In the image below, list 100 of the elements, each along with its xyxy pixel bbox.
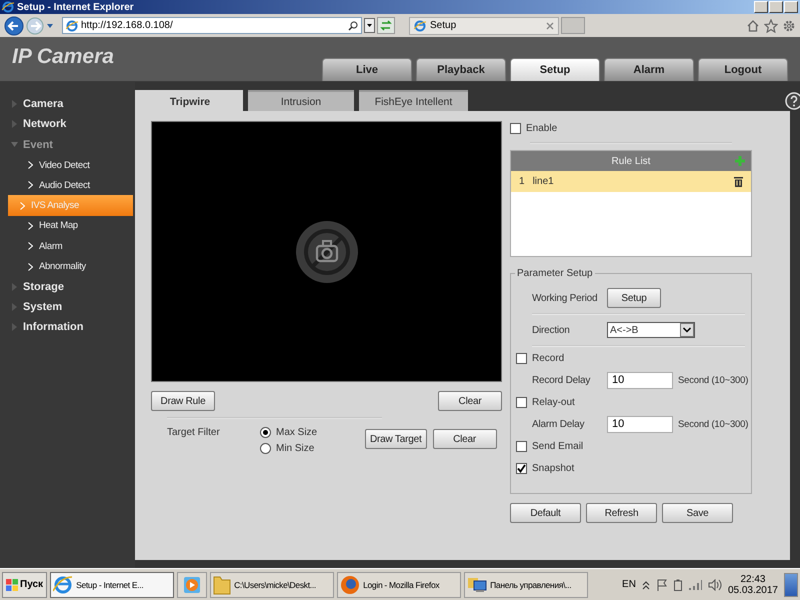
checkbox[interactable] bbox=[510, 123, 521, 134]
folder-icon bbox=[213, 574, 232, 594]
windows-logo-icon bbox=[6, 578, 18, 590]
language-indicator[interactable]: EN bbox=[622, 579, 636, 590]
checkbox-label: Snapshot bbox=[532, 462, 574, 474]
chevron-icon bbox=[28, 161, 33, 170]
trash-icon[interactable] bbox=[734, 176, 743, 186]
taskbar-item[interactable]: C:\Users\micke\Deskt... bbox=[210, 572, 334, 598]
dropdown-icon[interactable] bbox=[364, 18, 375, 33]
checkbox-label: Relay-out bbox=[532, 396, 575, 408]
field-label: Record Delay bbox=[531, 374, 592, 386]
clear-button[interactable]: Clear bbox=[438, 391, 502, 411]
nav-tab[interactable]: Live bbox=[322, 58, 412, 81]
collapsed-triangle-icon bbox=[11, 282, 18, 291]
checkbox[interactable] bbox=[516, 352, 527, 364]
radio-button[interactable] bbox=[260, 427, 271, 438]
rule-list-title: Rule List bbox=[610, 156, 652, 166]
sidebar-category[interactable]: Event bbox=[0, 134, 135, 155]
clear-button[interactable]: Clear bbox=[432, 429, 497, 449]
clock[interactable]: 22:43 05.03.2017 bbox=[728, 574, 778, 596]
setup-button[interactable]: Setup bbox=[607, 288, 661, 308]
taskbar-item[interactable]: Панель управления\... bbox=[464, 572, 588, 598]
browser-icon bbox=[53, 574, 74, 594]
taskbar-item[interactable]: Setup - Internet E... bbox=[50, 572, 174, 598]
back-button[interactable] bbox=[4, 16, 24, 36]
sidebar-item[interactable]: Video Detect bbox=[8, 154, 133, 176]
sidebar-item[interactable]: Audio Detect bbox=[8, 175, 133, 196]
sidebar-item[interactable]: Heat Map bbox=[8, 216, 133, 236]
settings-icon[interactable] bbox=[782, 18, 796, 32]
field-label: Direction bbox=[531, 324, 571, 336]
chevron-icon bbox=[20, 202, 25, 210]
draw-target-button[interactable]: Draw Target bbox=[365, 429, 427, 449]
chevron-up-icon[interactable] bbox=[642, 580, 650, 590]
field-label: Alarm Delay bbox=[531, 418, 586, 430]
sidebar-category[interactable]: System bbox=[0, 296, 135, 318]
play-icon bbox=[183, 576, 202, 594]
nav-tab[interactable]: Playback bbox=[416, 58, 506, 81]
enable-label: Enable bbox=[526, 123, 558, 134]
battery-icon[interactable] bbox=[674, 578, 682, 590]
sidebar-item[interactable]: Abnormality bbox=[8, 256, 133, 277]
footer-button[interactable]: Default bbox=[510, 503, 581, 523]
chevron-icon bbox=[28, 262, 33, 271]
sidebar-category[interactable]: Storage bbox=[0, 276, 135, 297]
nav-tab[interactable]: Alarm bbox=[604, 58, 694, 81]
minimize-button[interactable] bbox=[754, 1, 768, 13]
radio-button[interactable] bbox=[260, 443, 271, 454]
unit-label: Second (10~300) bbox=[678, 418, 748, 430]
site-icon bbox=[414, 20, 426, 32]
search-icon[interactable] bbox=[348, 20, 358, 30]
star-icon[interactable] bbox=[764, 18, 778, 32]
browser-tab[interactable]: Setup bbox=[409, 16, 559, 34]
option-label: Max Size bbox=[276, 427, 318, 438]
target-filter-label: Target Filter bbox=[167, 427, 221, 440]
tab[interactable]: FishEye Intellent bbox=[359, 90, 468, 111]
checkbox[interactable] bbox=[516, 440, 527, 452]
sidebar-category[interactable]: Network bbox=[0, 114, 135, 135]
checkbox[interactable] bbox=[516, 396, 527, 408]
window-title: Setup - Internet Explorer bbox=[17, 2, 134, 12]
chevron-icon bbox=[28, 222, 33, 230]
taskbar-item[interactable]: Login - Mozilla Firefox bbox=[337, 572, 462, 598]
signal-icon[interactable] bbox=[688, 578, 702, 590]
draw-rule-button[interactable]: Draw Rule bbox=[151, 391, 215, 411]
help-icon[interactable] bbox=[785, 92, 800, 110]
volume-icon[interactable] bbox=[708, 578, 722, 590]
close-button[interactable] bbox=[784, 1, 798, 13]
flag-icon[interactable] bbox=[656, 578, 668, 590]
collapsed-triangle-icon bbox=[11, 323, 18, 332]
footer-button[interactable]: Save bbox=[662, 503, 733, 523]
checkbox[interactable] bbox=[516, 462, 527, 474]
browser-logo-icon bbox=[2, 1, 14, 13]
tab[interactable]: Tripwire bbox=[137, 90, 243, 111]
sidebar-category[interactable]: Information bbox=[0, 317, 135, 338]
footer-button[interactable]: Refresh bbox=[586, 503, 657, 523]
show-desktop-button[interactable] bbox=[784, 572, 798, 596]
app-logo: IP Camera bbox=[12, 45, 114, 69]
rule-row[interactable]: 1 line1 bbox=[511, 171, 751, 192]
start-button[interactable]: Пуск bbox=[2, 572, 48, 598]
nav-tab[interactable]: Logout bbox=[698, 58, 788, 81]
rule-index: 1 bbox=[519, 176, 525, 187]
collapsed-triangle-icon bbox=[11, 100, 18, 108]
expanded-triangle-icon bbox=[11, 141, 18, 148]
delay-field[interactable]: 10 bbox=[607, 372, 673, 388]
address-field[interactable]: http://192.168.0.108/ bbox=[62, 17, 362, 34]
nav-tab[interactable]: Setup bbox=[510, 58, 600, 81]
restore-button[interactable] bbox=[769, 1, 783, 13]
chevron-icon bbox=[28, 242, 33, 250]
checkbox-label: Record bbox=[532, 352, 564, 364]
sidebar-category[interactable]: Camera bbox=[0, 94, 135, 114]
collapsed-triangle-icon bbox=[11, 303, 18, 312]
checkbox-label: Send Email bbox=[532, 440, 584, 452]
direction-select[interactable]: A<->B bbox=[607, 322, 695, 338]
delay-field[interactable]: 10 bbox=[607, 416, 673, 432]
tab[interactable]: Intrusion bbox=[248, 90, 354, 111]
no-camera-icon bbox=[294, 220, 358, 284]
sidebar-item[interactable]: Alarm bbox=[8, 236, 133, 256]
home-icon[interactable] bbox=[746, 18, 760, 32]
collapsed-triangle-icon bbox=[11, 120, 18, 128]
close-icon[interactable] bbox=[546, 22, 554, 30]
field-label: Working Period bbox=[531, 292, 598, 304]
dropdown-icon[interactable] bbox=[680, 323, 694, 337]
